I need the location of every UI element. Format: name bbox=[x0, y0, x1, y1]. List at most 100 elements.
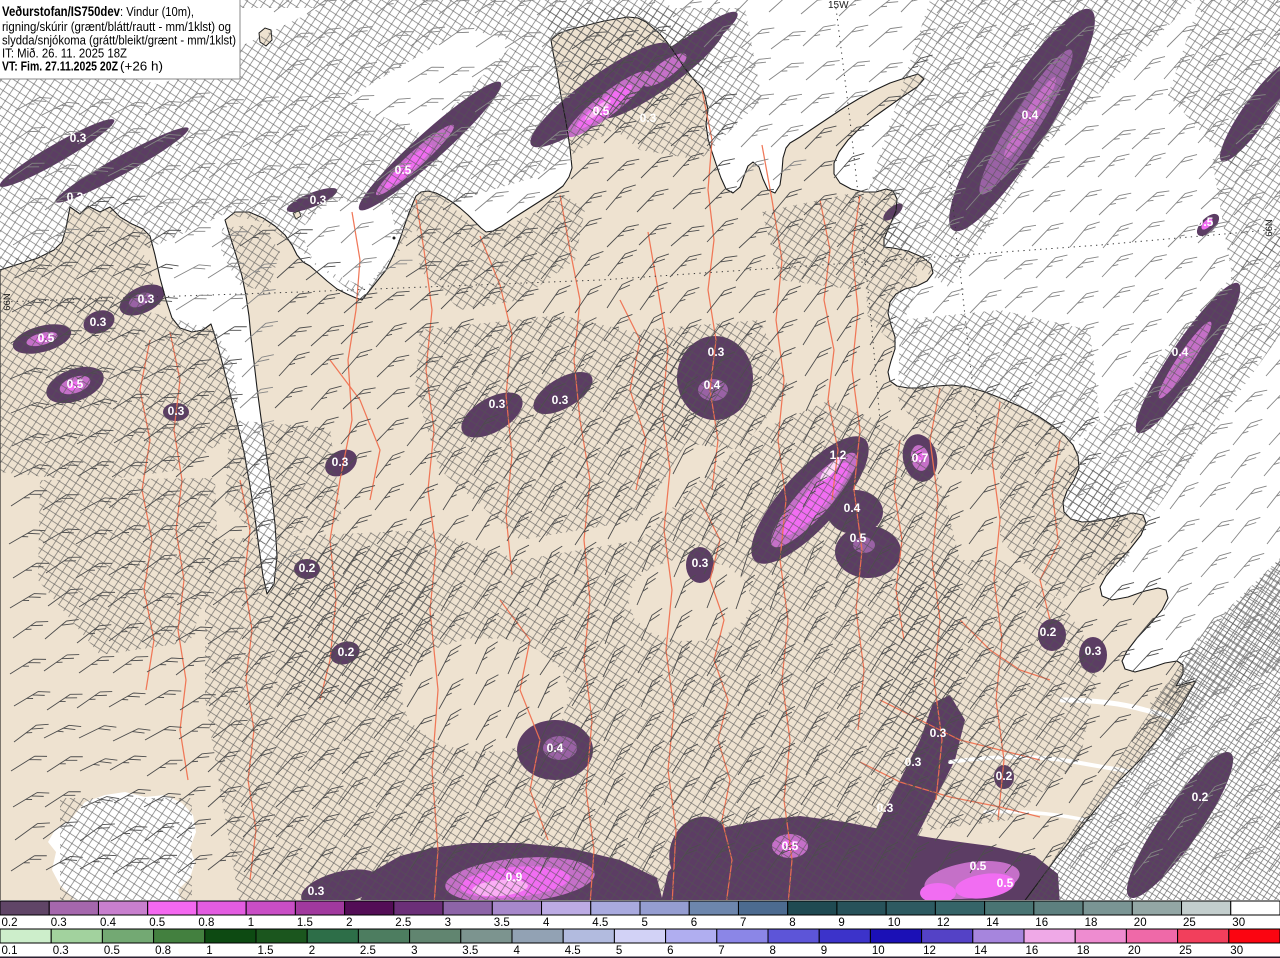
svg-text:3.5: 3.5 bbox=[462, 945, 478, 957]
svg-text:0.3: 0.3 bbox=[168, 404, 185, 418]
svg-text:0.5: 0.5 bbox=[593, 104, 610, 118]
svg-text:9: 9 bbox=[821, 945, 827, 957]
svg-text:0.3: 0.3 bbox=[708, 345, 725, 359]
svg-text:30: 30 bbox=[1232, 917, 1245, 929]
svg-text:15W: 15W bbox=[828, 0, 849, 11]
svg-text:2.5: 2.5 bbox=[395, 917, 411, 929]
svg-text:0.2: 0.2 bbox=[299, 561, 316, 575]
svg-text:0.5: 0.5 bbox=[104, 945, 120, 957]
svg-text:0.3: 0.3 bbox=[930, 726, 947, 740]
svg-text:0.5: 0.5 bbox=[395, 163, 412, 177]
svg-text:6: 6 bbox=[691, 917, 697, 929]
svg-text:0.2: 0.2 bbox=[1192, 790, 1209, 804]
svg-text:0.4: 0.4 bbox=[1022, 108, 1039, 122]
svg-text:0.3: 0.3 bbox=[67, 190, 84, 204]
svg-text:0.2: 0.2 bbox=[1040, 625, 1057, 639]
svg-text:25: 25 bbox=[1179, 945, 1192, 957]
svg-text:4.5: 4.5 bbox=[565, 945, 581, 957]
svg-text:14: 14 bbox=[986, 917, 999, 929]
svg-text:12: 12 bbox=[923, 945, 936, 957]
svg-text:66N: 66N bbox=[2, 293, 13, 311]
svg-text:IT: Mið. 26. 11. 2025 18Z: IT: Mið. 26. 11. 2025 18Z bbox=[2, 47, 127, 61]
svg-text:0.5: 0.5 bbox=[997, 876, 1014, 890]
svg-text:5: 5 bbox=[642, 917, 648, 929]
svg-text:2.5: 2.5 bbox=[360, 945, 376, 957]
svg-text:0.4: 0.4 bbox=[704, 378, 721, 392]
svg-text:0.3: 0.3 bbox=[70, 131, 87, 145]
svg-text:10: 10 bbox=[888, 917, 901, 929]
svg-text:30: 30 bbox=[1230, 945, 1243, 957]
svg-text:0.9: 0.9 bbox=[506, 870, 523, 884]
svg-text:0.3: 0.3 bbox=[138, 292, 155, 306]
svg-text:7: 7 bbox=[718, 945, 724, 957]
svg-text:0.3: 0.3 bbox=[489, 397, 506, 411]
svg-text:0.5: 0.5 bbox=[1197, 215, 1214, 229]
svg-text:3: 3 bbox=[411, 945, 417, 957]
svg-text:0.3: 0.3 bbox=[332, 455, 349, 469]
svg-text:10: 10 bbox=[872, 945, 885, 957]
svg-text:0.5: 0.5 bbox=[38, 331, 55, 345]
svg-text:0.2: 0.2 bbox=[996, 769, 1013, 783]
svg-text:2: 2 bbox=[309, 945, 315, 957]
svg-text:0.5: 0.5 bbox=[67, 377, 84, 391]
svg-text:0.2: 0.2 bbox=[2, 917, 18, 929]
svg-text:1.5: 1.5 bbox=[297, 917, 313, 929]
svg-text:0.3: 0.3 bbox=[640, 111, 657, 125]
svg-text:0.2: 0.2 bbox=[338, 645, 355, 659]
svg-text:7: 7 bbox=[740, 917, 746, 929]
svg-text:8: 8 bbox=[770, 945, 776, 957]
svg-text:0.4: 0.4 bbox=[1172, 345, 1189, 359]
svg-text:1.2: 1.2 bbox=[830, 448, 847, 462]
svg-text:0.3: 0.3 bbox=[53, 945, 69, 957]
svg-text:66N: 66N bbox=[1264, 219, 1275, 237]
svg-text:(+26 h): (+26 h) bbox=[120, 60, 163, 74]
svg-text:20: 20 bbox=[1128, 945, 1141, 957]
svg-text:0.3: 0.3 bbox=[877, 801, 894, 815]
svg-text:25: 25 bbox=[1183, 917, 1196, 929]
svg-text:6: 6 bbox=[667, 945, 673, 957]
svg-text:0.4: 0.4 bbox=[547, 741, 564, 755]
svg-text:4: 4 bbox=[514, 945, 521, 957]
svg-text:14: 14 bbox=[974, 945, 987, 957]
svg-text:0.5: 0.5 bbox=[850, 531, 867, 545]
svg-text:12: 12 bbox=[937, 917, 950, 929]
svg-text:2: 2 bbox=[346, 917, 352, 929]
svg-text:0.4: 0.4 bbox=[844, 501, 861, 515]
svg-text:5: 5 bbox=[616, 945, 622, 957]
svg-text:0.3: 0.3 bbox=[1085, 644, 1102, 658]
svg-text:4: 4 bbox=[543, 917, 550, 929]
svg-text:0.1: 0.1 bbox=[2, 945, 18, 957]
svg-text:0.3: 0.3 bbox=[552, 393, 569, 407]
svg-text:Veðurstofan/IS750dev: Veðurstofan/IS750dev bbox=[2, 4, 120, 19]
svg-text:20: 20 bbox=[1134, 917, 1147, 929]
svg-text:0.4: 0.4 bbox=[100, 917, 117, 929]
svg-text:0.3: 0.3 bbox=[90, 315, 107, 329]
svg-text:0.3: 0.3 bbox=[51, 917, 67, 929]
svg-text:0.5: 0.5 bbox=[782, 839, 799, 853]
svg-text:0.3: 0.3 bbox=[905, 755, 922, 769]
svg-text:0.5: 0.5 bbox=[970, 859, 987, 873]
svg-text:16: 16 bbox=[1026, 945, 1039, 957]
svg-text:slydda/snjókoma (grátt/bleikt/: slydda/snjókoma (grátt/bleikt/grænt - mm… bbox=[2, 34, 236, 48]
svg-text:9: 9 bbox=[838, 917, 844, 929]
svg-text:0.3: 0.3 bbox=[310, 193, 327, 207]
svg-text:1.5: 1.5 bbox=[258, 945, 274, 957]
svg-text:16: 16 bbox=[1035, 917, 1048, 929]
svg-text:: Vindur (10m),: : Vindur (10m), bbox=[120, 5, 194, 19]
svg-text:0.3: 0.3 bbox=[308, 884, 325, 898]
svg-text:0.3: 0.3 bbox=[692, 556, 709, 570]
svg-text:18: 18 bbox=[1085, 917, 1098, 929]
svg-text:VT: Fim. 27.11.2025 20Z: VT: Fim. 27.11.2025 20Z bbox=[2, 60, 118, 74]
svg-text:8: 8 bbox=[789, 917, 795, 929]
svg-text:0.8: 0.8 bbox=[198, 917, 214, 929]
svg-text:18: 18 bbox=[1077, 945, 1090, 957]
svg-text:3: 3 bbox=[445, 917, 451, 929]
svg-text:rigning/skúrir (grænt/blátt/ra: rigning/skúrir (grænt/blátt/rautt - mm/1… bbox=[2, 20, 231, 34]
svg-text:1: 1 bbox=[248, 917, 254, 929]
svg-text:0.7: 0.7 bbox=[912, 451, 929, 465]
svg-text:4.5: 4.5 bbox=[592, 917, 608, 929]
svg-text:0.5: 0.5 bbox=[149, 917, 165, 929]
svg-text:3.5: 3.5 bbox=[494, 917, 510, 929]
svg-text:0.8: 0.8 bbox=[155, 945, 171, 957]
svg-text:1: 1 bbox=[206, 945, 212, 957]
